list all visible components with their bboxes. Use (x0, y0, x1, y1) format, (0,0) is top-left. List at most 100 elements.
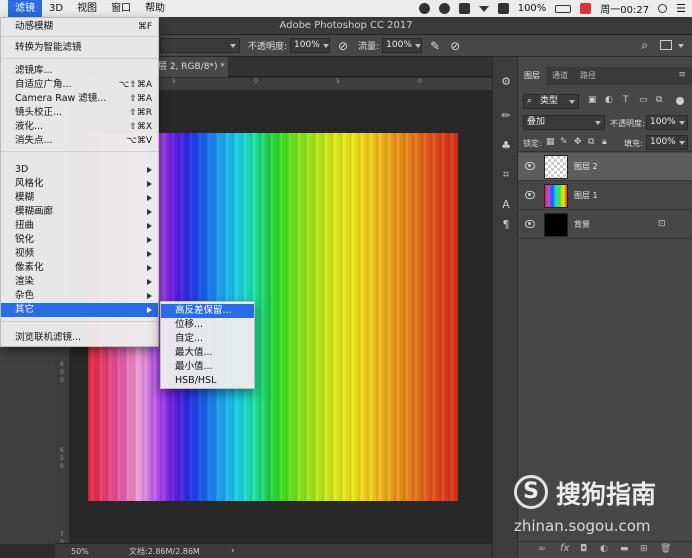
crop-icon[interactable]: ⌗ (499, 168, 513, 182)
qq-icon[interactable] (418, 3, 430, 14)
brush-settings-icon[interactable]: ✏ (499, 109, 513, 123)
wifi-icon[interactable] (478, 5, 489, 12)
tab-paths[interactable]: 路径 (574, 67, 602, 85)
app-icon[interactable] (458, 3, 470, 14)
menu-item-lens-correction[interactable]: 镜头校正... ⇧⌘R (1, 106, 158, 120)
menu-item-camera-raw[interactable]: Camera Raw 滤镜... ⇧⌘A (1, 92, 158, 106)
properties-icon[interactable]: ⚙ (499, 75, 513, 89)
menu-item-adaptive-wide-angle[interactable]: 自适应广角... ⌥⇧⌘A (1, 78, 158, 92)
menu-item-blur[interactable]: 模糊 (1, 191, 158, 205)
panel-menu-icon[interactable]: ≡ (678, 70, 686, 80)
lock-all-icon[interactable]: 🔒︎ (602, 137, 607, 147)
battery-icon[interactable] (555, 4, 572, 13)
wechat-icon[interactable] (438, 3, 450, 14)
submenu-item-minimum[interactable]: 最小值... (161, 360, 254, 374)
menu-item-video[interactable]: 视频 (1, 247, 158, 261)
delete-layer-icon[interactable]: 🗑︎ (660, 544, 671, 554)
opacity-input[interactable]: 100% (290, 38, 331, 53)
brush-mode-select[interactable] (160, 38, 240, 53)
menu-item-convert-smart-filter[interactable]: 转换为智能滤镜 (1, 41, 158, 55)
menu-item-shortcut: ⇧⌘R (129, 108, 152, 118)
menu-item-sharpen[interactable]: 锐化 (1, 233, 158, 247)
layer-style-icon[interactable]: fx (560, 543, 569, 554)
layer-row-layer1[interactable]: 图层 1 (518, 182, 692, 210)
menu-item-render[interactable]: 渲染 (1, 275, 158, 289)
link-layers-icon[interactable]: ∞ (538, 544, 546, 554)
menu-filter[interactable]: 滤镜 (8, 0, 42, 17)
airbrush-icon[interactable]: ✎ (430, 39, 440, 53)
lock-position-icon[interactable]: ✥ (574, 137, 582, 147)
layer-row-background[interactable]: 背景 ⊡ (518, 211, 692, 239)
menu-item-stylize[interactable]: 风格化 (1, 177, 158, 191)
fill-input[interactable]: 100% (646, 135, 688, 150)
menu-item-3d[interactable]: 3D (1, 163, 158, 177)
submenu-item-offset[interactable]: 位移... (161, 318, 254, 332)
pressure-opacity-icon[interactable]: ⊘ (338, 39, 348, 53)
chevron-right-icon[interactable]: › (231, 544, 235, 558)
layer-opacity-input[interactable]: 100% (646, 115, 688, 130)
sogou-input-icon[interactable] (580, 3, 592, 14)
visibility-eye-icon[interactable] (525, 162, 535, 170)
search-icon[interactable] (658, 4, 668, 13)
menubar-clock[interactable]: 周一00:27 (600, 1, 649, 16)
visibility-eye-icon[interactable] (525, 191, 535, 199)
workspace-icon[interactable] (660, 40, 672, 50)
layer-row-layer2[interactable]: 图层 2 (518, 153, 692, 181)
lock-row: 锁定: ▦ ✎ ✥ ⧉ 🔒︎ 填充: 100% (518, 134, 692, 152)
paragraph-icon[interactable]: ¶ (499, 218, 513, 232)
layer-mask-icon[interactable]: ◘ (580, 544, 587, 554)
pressure-size-icon[interactable]: ⊘ (450, 39, 460, 53)
layer-thumbnail (544, 155, 568, 179)
submenu-arrow-icon (147, 307, 152, 313)
submenu-item-maximum[interactable]: 最大值... (161, 346, 254, 360)
kind-filter-select[interactable]: ⌕ 类型 (523, 94, 579, 109)
chevron-down-icon[interactable] (678, 44, 684, 48)
search-icon[interactable]: ⌕ (641, 38, 648, 53)
volume-icon[interactable] (497, 3, 509, 14)
blend-mode-select[interactable]: 叠加 (523, 115, 605, 130)
filter-shape-icon[interactable]: ▭ (639, 95, 648, 105)
filter-toggle-icon[interactable] (676, 97, 684, 105)
menu-help[interactable]: 帮助 (138, 0, 172, 17)
new-group-icon[interactable]: ▬ (620, 544, 629, 554)
tab-layers[interactable]: 图层 (518, 67, 546, 85)
submenu-item-high-pass[interactable]: 高反差保留... (161, 304, 254, 318)
menu-item-blur-gallery[interactable]: 模糊画廊 (1, 205, 158, 219)
menu-item-vanishing-point[interactable]: 消失点... ⌥⌘V (1, 134, 158, 148)
lock-artboard-icon[interactable]: ⧉ (588, 137, 594, 147)
lock-transparent-icon[interactable]: ▦ (546, 137, 555, 147)
new-layer-icon[interactable]: ⊞ (640, 544, 648, 554)
menu-item-noise[interactable]: 杂色 (1, 289, 158, 303)
layer-name[interactable]: 图层 2 (574, 161, 598, 172)
control-center-icon[interactable]: ☰ (676, 2, 686, 15)
layer-name[interactable]: 背景 (574, 219, 590, 230)
menu-item-motion-blur[interactable]: 动感模糊 ⌘F (1, 20, 158, 34)
submenu-item-hsb-hsl[interactable]: HSB/HSL (161, 374, 254, 388)
menu-item-filter-gallery[interactable]: 滤镜库... (1, 64, 158, 78)
lock-pixels-icon[interactable]: ✎ (560, 137, 568, 147)
clone-source-icon[interactable]: ♣ (499, 139, 513, 153)
character-icon[interactable]: A (499, 198, 513, 212)
menu-window[interactable]: 窗口 (104, 0, 138, 17)
menu-item-label: 3D (15, 164, 29, 175)
submenu-item-custom[interactable]: 自定... (161, 332, 254, 346)
filter-adjustment-icon[interactable]: ◐ (605, 95, 613, 105)
menu-item-other[interactable]: 其它 (1, 303, 158, 317)
menu-3d[interactable]: 3D (42, 0, 70, 17)
visibility-eye-icon[interactable] (525, 220, 535, 228)
filter-smart-object-icon[interactable]: ⧉ (656, 95, 662, 105)
layer-name[interactable]: 图层 1 (574, 190, 598, 201)
filter-pixel-icon[interactable]: ▣ (588, 95, 597, 105)
menu-item-label: 像素化 (15, 262, 44, 273)
filter-type-icon[interactable]: T (623, 95, 629, 105)
flow-input[interactable]: 100% (382, 38, 423, 53)
tab-channels[interactable]: 通道 (546, 67, 574, 85)
menu-item-liquify[interactable]: 液化... ⇧⌘X (1, 120, 158, 134)
menu-item-label: 视频 (15, 248, 35, 259)
menu-item-pixelate[interactable]: 像素化 (1, 261, 158, 275)
menu-view[interactable]: 视图 (70, 0, 104, 17)
zoom-level[interactable]: 50% (71, 544, 89, 558)
menu-item-distort[interactable]: 扭曲 (1, 219, 158, 233)
adjustment-layer-icon[interactable]: ◐ (600, 544, 608, 554)
menu-item-browse-online-filters[interactable]: 浏览联机滤镜... (1, 331, 158, 345)
